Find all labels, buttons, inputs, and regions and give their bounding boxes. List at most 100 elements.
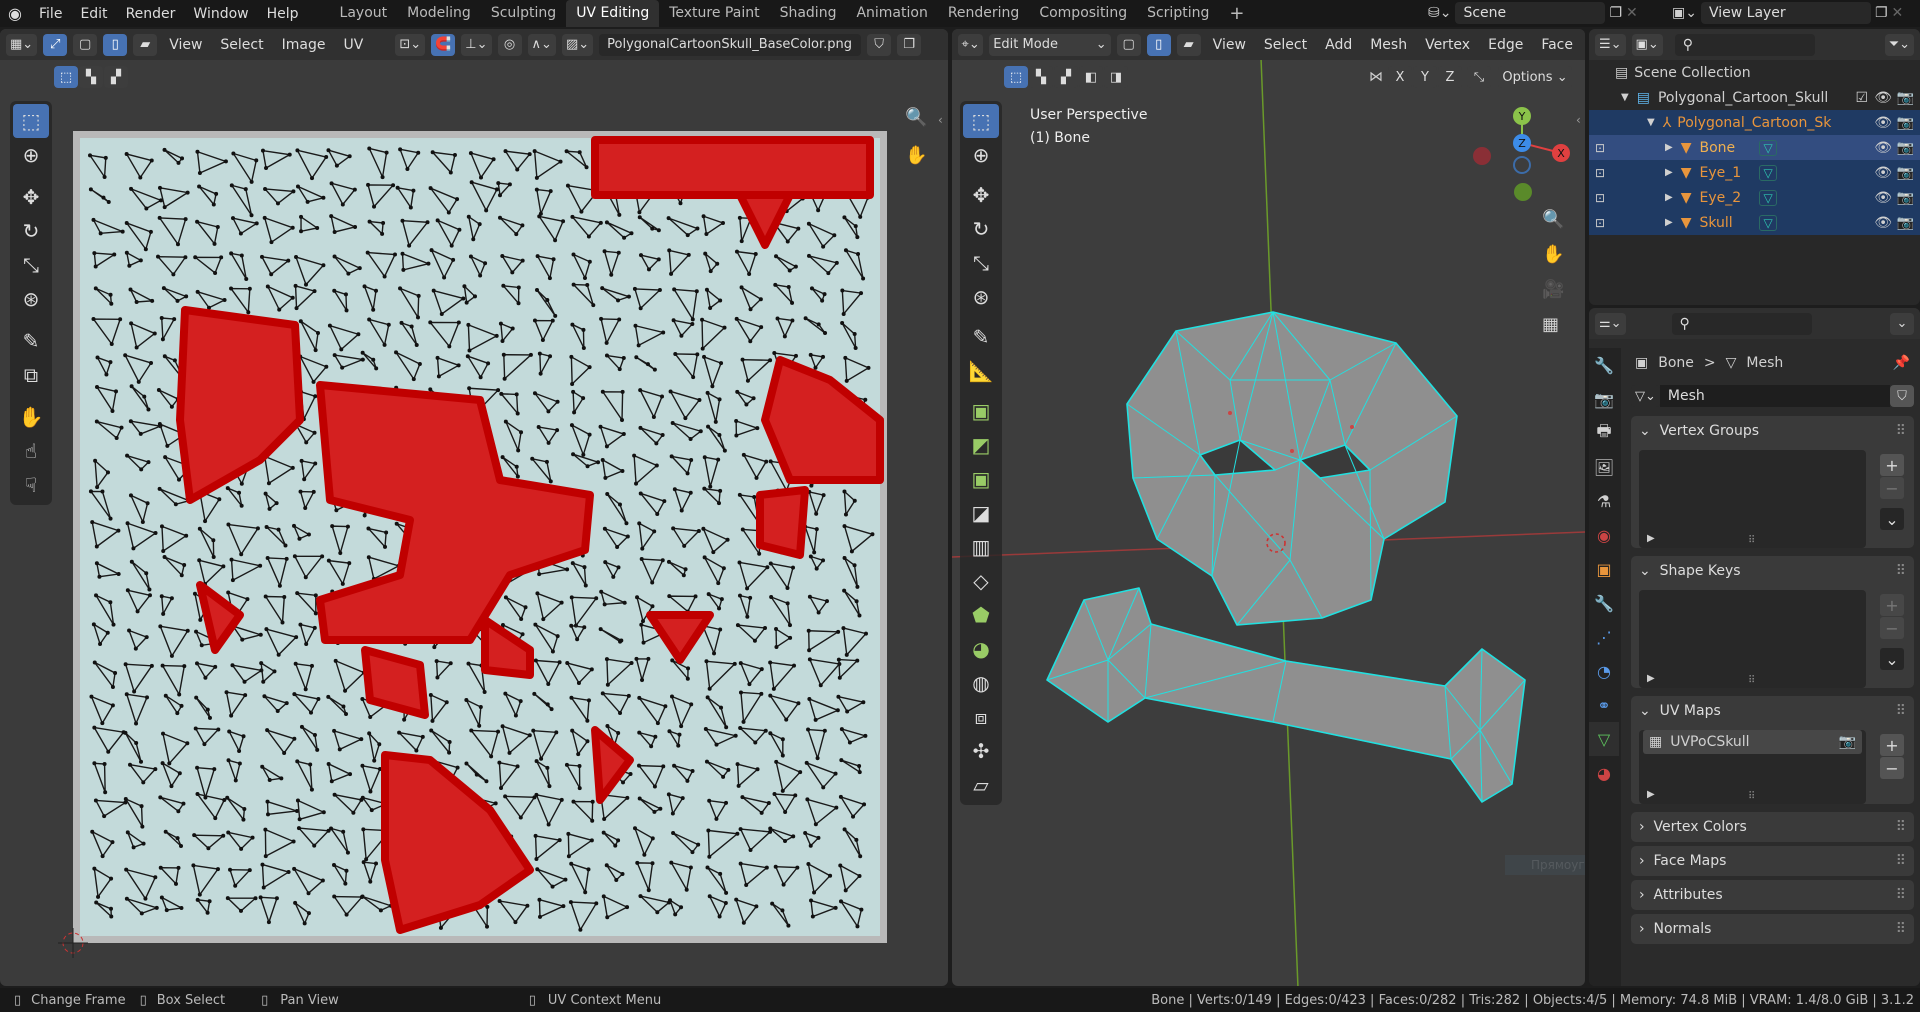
exclude-checkbox[interactable]: ☑	[1855, 90, 1868, 106]
outliner-object-row[interactable]: ⊡ ▶ ▼ Skull ▽ 👁 📷	[1589, 210, 1920, 235]
render-icon[interactable]: 📷	[1897, 115, 1914, 131]
vp-menu-mesh[interactable]: Mesh	[1364, 37, 1413, 53]
move-tool[interactable]: ✥	[13, 180, 49, 214]
view-layer-field[interactable]: View Layer	[1700, 2, 1871, 24]
navigation-gizmo[interactable]: Y Z X	[1473, 107, 1570, 201]
pinch-tool[interactable]: ☟	[13, 468, 49, 502]
constraints-tab-icon[interactable]: ⚭	[1589, 688, 1619, 722]
visibility-icon[interactable]: 👁	[1874, 90, 1892, 106]
spin-tool[interactable]: ◕	[963, 632, 999, 666]
physics-tab-icon[interactable]: ◔	[1589, 654, 1619, 688]
vp-rotate-tool[interactable]: ↻	[963, 212, 999, 246]
filter-icon[interactable]: ⏷⌄	[1884, 33, 1914, 56]
select-mode-icon[interactable]: ⊡	[1595, 216, 1605, 230]
vertex-colors-panel[interactable]: › Vertex Colors ⠿	[1631, 812, 1914, 842]
tab-texture-paint[interactable]: Texture Paint	[659, 0, 769, 27]
loop-cut-tool[interactable]: ▥	[963, 530, 999, 564]
collection-row[interactable]: ▼ ▤ Polygonal_Cartoon_Skull ☑ 👁 📷	[1589, 85, 1920, 110]
view-layer-icon[interactable]: ▣⌄	[1672, 5, 1697, 21]
outliner-object-row[interactable]: ⊡ ▶ ▼ Bone ▽ 👁 📷	[1589, 135, 1920, 160]
zoom-view-icon[interactable]: 🔍	[905, 107, 927, 128]
remove-shape-key-button[interactable]: −	[1880, 617, 1904, 639]
vp-annotate-tool[interactable]: ✎	[963, 320, 999, 354]
render-icon[interactable]: 📷	[1897, 215, 1914, 231]
active-render-icon[interactable]: 📷	[1839, 734, 1856, 750]
menu-file[interactable]: File	[30, 6, 71, 22]
shrink-fatten-tool[interactable]: ✣	[963, 734, 999, 768]
edge-mode-button[interactable]: ▯	[1146, 33, 1171, 56]
menu-window[interactable]: Window	[184, 6, 257, 22]
mesh-data-icon[interactable]: ▽	[1759, 164, 1777, 181]
scale-tool[interactable]: ⤡	[13, 248, 49, 282]
rip-tool[interactable]: ⧉	[13, 358, 49, 392]
display-mode-icon[interactable]: ▣⌄	[1631, 33, 1663, 56]
render-icon[interactable]: 📷	[1897, 90, 1914, 106]
select-mode-icon[interactable]: ⊡	[1595, 191, 1605, 205]
new-view-layer-icon[interactable]: ❐	[1875, 5, 1888, 21]
tab-animation[interactable]: Animation	[846, 0, 937, 27]
menu-render[interactable]: Render	[117, 6, 185, 22]
extrude-tool[interactable]: ◩	[963, 428, 999, 462]
shape-keys-list[interactable]: ▶ ⠿	[1639, 590, 1866, 688]
new-scene-icon[interactable]: ❐	[1609, 5, 1622, 21]
uv-maps-header[interactable]: ⌄ UV Maps ⠿	[1631, 696, 1914, 726]
mesh-data-icon[interactable]: ▽	[1759, 214, 1777, 231]
tab-sculpting[interactable]: Sculpting	[481, 0, 566, 27]
armature-row[interactable]: ▼ ⅄ Polygonal_Cartoon_Sk 👁 📷	[1589, 110, 1920, 135]
outliner-object-row[interactable]: ⊡ ▶ ▼ Eye_2 ▽ 👁 📷	[1589, 185, 1920, 210]
select-mode-icon[interactable]: ⊡	[1595, 141, 1605, 155]
select-mode-icon[interactable]: ⊡	[1595, 166, 1605, 180]
mirror-z-toggle[interactable]: Z	[1438, 66, 1462, 88]
poly-build-tool[interactable]: ⬟	[963, 598, 999, 632]
vertex-groups-list[interactable]: ▶ ⠿	[1639, 450, 1866, 548]
annotate-tool[interactable]: ✎	[13, 324, 49, 358]
face-maps-panel[interactable]: › Face Maps ⠿	[1631, 846, 1914, 876]
vp-pan-icon[interactable]: ✋	[1542, 244, 1564, 265]
vp-select-invert-icon[interactable]: ◧	[1079, 66, 1103, 88]
add-shape-key-button[interactable]: +	[1880, 594, 1904, 616]
uv-canvas[interactable]	[0, 29, 948, 986]
vp-scale-tool[interactable]: ⤡	[963, 246, 999, 280]
object-tab-icon[interactable]: ▣	[1589, 552, 1619, 586]
transform-tool[interactable]: ⊛	[13, 282, 49, 316]
expand-arrow-icon[interactable]: ▼	[1621, 92, 1629, 103]
vertex-groups-header[interactable]: ⌄ Vertex Groups ⠿	[1631, 416, 1914, 446]
add-cube-tool[interactable]: ▣	[963, 394, 999, 428]
mesh-data-tab-icon[interactable]: ▽	[1589, 722, 1619, 756]
vp-menu-face[interactable]: Face	[1535, 37, 1579, 53]
options-dropdown[interactable]: Options ⌄	[1498, 66, 1572, 88]
mesh-data-icon[interactable]: ▽	[1759, 189, 1777, 206]
tab-layout[interactable]: Layout	[330, 0, 398, 27]
vertex-group-specials-button[interactable]: ⌄	[1880, 508, 1904, 530]
tab-shading[interactable]: Shading	[770, 0, 847, 27]
expand-arrow-icon[interactable]: ▶	[1665, 217, 1673, 228]
vp-select-extend-icon[interactable]: ▚	[1029, 66, 1053, 88]
pan-view-icon[interactable]: ✋	[905, 145, 927, 166]
grab-tool[interactable]: ✋	[13, 400, 49, 434]
vp-menu-view[interactable]: View	[1207, 37, 1252, 53]
inset-tool[interactable]: ▣	[963, 462, 999, 496]
tab-modeling[interactable]: Modeling	[397, 0, 481, 27]
vp-menu-add[interactable]: Add	[1319, 37, 1358, 53]
shape-keys-header[interactable]: ⌄ Shape Keys ⠿	[1631, 556, 1914, 586]
expand-arrow-icon[interactable]: ▶	[1665, 167, 1673, 178]
modifier-tab-icon[interactable]: 🔧	[1589, 586, 1619, 620]
render-icon[interactable]: 📷	[1897, 165, 1914, 181]
render-tab-icon[interactable]: 📷	[1589, 382, 1619, 416]
add-vertex-group-button[interactable]: +	[1880, 454, 1904, 476]
properties-options-icon[interactable]: ⌄	[1890, 312, 1914, 335]
vp-select-subtract-icon[interactable]: ▞	[1054, 66, 1078, 88]
visibility-icon[interactable]: 👁	[1874, 190, 1892, 206]
outliner-object-row[interactable]: ⊡ ▶ ▼ Eye_1 ▽ 👁 📷	[1589, 160, 1920, 185]
scene-collection-row[interactable]: ▤ Scene Collection	[1589, 60, 1920, 85]
relax-tool[interactable]: ☝	[13, 434, 49, 468]
world-tab-icon[interactable]: ◉	[1589, 518, 1619, 552]
menu-edit[interactable]: Edit	[71, 6, 116, 22]
expand-arrow-icon[interactable]: ▼	[1647, 117, 1655, 128]
vp-select-box-tool[interactable]: ⬚	[963, 104, 999, 138]
bevel-tool[interactable]: ◪	[963, 496, 999, 530]
expand-arrow-icon[interactable]: ▶	[1665, 192, 1673, 203]
tab-scripting[interactable]: Scripting	[1137, 0, 1219, 27]
render-icon[interactable]: 📷	[1897, 140, 1914, 156]
vp-cursor-tool[interactable]: ⊕	[963, 138, 999, 172]
